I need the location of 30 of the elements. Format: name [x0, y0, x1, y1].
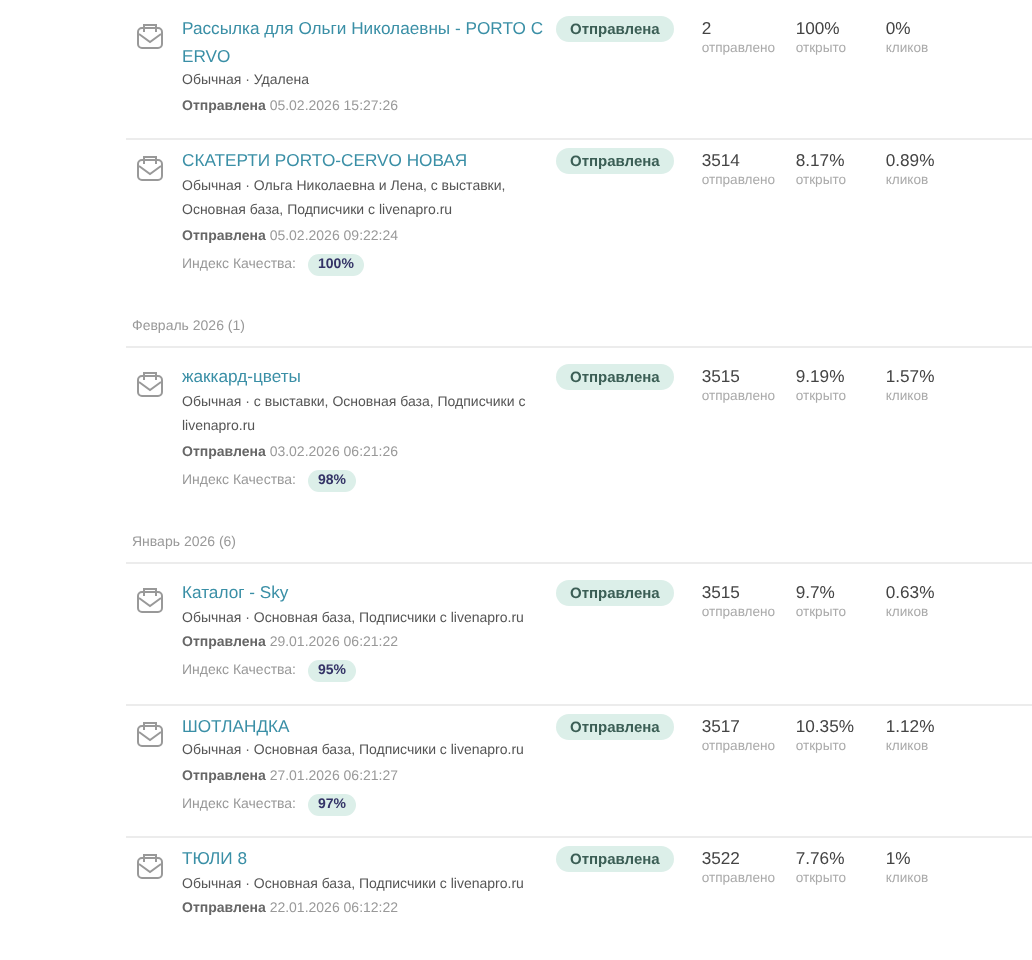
- stat-value: 100%: [795, 16, 840, 42]
- stat-value: 7.76%: [795, 846, 845, 872]
- envelope-icon: [136, 719, 164, 747]
- stat-value: 1.12%: [885, 713, 935, 739]
- envelope-icon: [136, 370, 164, 398]
- stat-value: 3522: [701, 846, 740, 872]
- stat-value: 3517: [701, 713, 740, 739]
- stat-value: 3515: [701, 364, 740, 390]
- envelope-icon: [136, 22, 164, 50]
- stat-value: 1.57%: [885, 364, 935, 390]
- stat-value: 8.17%: [795, 148, 845, 174]
- envelope-icon: [136, 154, 164, 182]
- stat-value: 10.35%: [795, 713, 854, 739]
- envelope-icon: [136, 586, 164, 614]
- envelope-icon: [136, 852, 164, 880]
- stat-value: 2: [701, 16, 712, 42]
- stat-value: 3515: [701, 580, 740, 606]
- stat-value: 0.63%: [885, 580, 935, 606]
- stat-value: 1%: [885, 846, 911, 872]
- stat-value: 9.19%: [795, 364, 845, 390]
- stat-value: 3514: [701, 148, 740, 174]
- campaign-title-link[interactable]: Рассылка для Ольги Николаевны - PORTO CERVO: [182, 16, 550, 70]
- campaign-title-link[interactable]: Каталог - Sky: [182, 580, 289, 607]
- campaign-title-link[interactable]: жаккард-цветы: [182, 364, 301, 391]
- stat-value: 9.7%: [795, 580, 835, 606]
- stat-value: 0%: [885, 16, 911, 42]
- campaign-title-link[interactable]: СКАТЕРТИ PORTO-CERVO НОВАЯ: [182, 148, 468, 175]
- stat-value: 0.89%: [885, 148, 935, 174]
- campaign-title-link[interactable]: ТЮЛИ 8: [182, 846, 248, 873]
- campaign-title-link[interactable]: ШОТЛАНДКА: [182, 713, 290, 740]
